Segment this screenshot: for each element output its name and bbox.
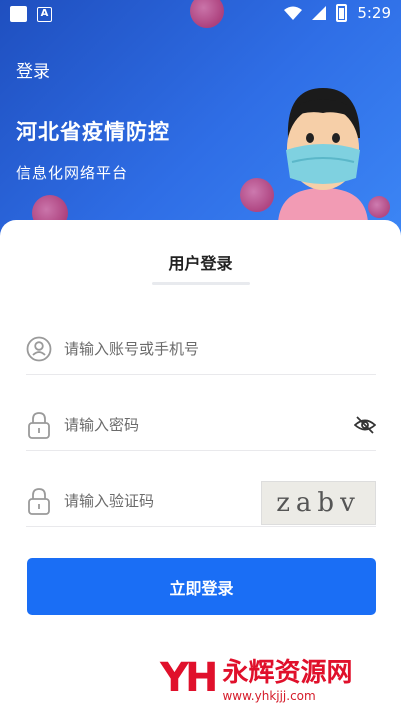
account-input[interactable] [64, 335, 314, 363]
captcha-field: zabv [26, 477, 376, 527]
signal-icon [312, 6, 327, 20]
page-title: 登录 [16, 62, 50, 82]
watermark: YH 永辉资源网 www.yhkjjj.com [160, 652, 353, 704]
lock-icon [28, 412, 50, 439]
account-field [26, 325, 376, 375]
tab-indicator [152, 282, 250, 285]
status-time: 5:29 [357, 4, 391, 22]
login-card: 用户登录 zabv 立即登录 [0, 220, 401, 712]
eye-hidden-icon[interactable] [354, 415, 376, 435]
masked-person-illustration [278, 88, 368, 223]
captcha-image[interactable]: zabv [261, 481, 376, 525]
a-icon: A [37, 6, 52, 22]
watermark-name: 永辉资源网 [222, 658, 353, 688]
login-button[interactable]: 立即登录 [27, 558, 376, 615]
user-icon [26, 336, 52, 362]
watermark-url: www.yhkjjj.com [222, 689, 316, 703]
tab-user-login[interactable]: 用户登录 [0, 250, 401, 274]
watermark-logo: YH [160, 654, 218, 701]
captcha-input[interactable] [64, 487, 234, 515]
status-bar: A 5:29 [0, 0, 401, 28]
wifi-icon [284, 6, 303, 20]
notification-icon [10, 6, 27, 22]
header-banner: A 5:29 登录 河北省疫情防控 信息化网络平台 [0, 0, 401, 240]
battery-icon [336, 4, 348, 22]
platform-subline: 信息化网络平台 [16, 164, 129, 182]
password-field [26, 401, 376, 451]
platform-headline: 河北省疫情防控 [16, 120, 170, 144]
lock-icon [28, 488, 50, 515]
password-input[interactable] [64, 411, 314, 439]
